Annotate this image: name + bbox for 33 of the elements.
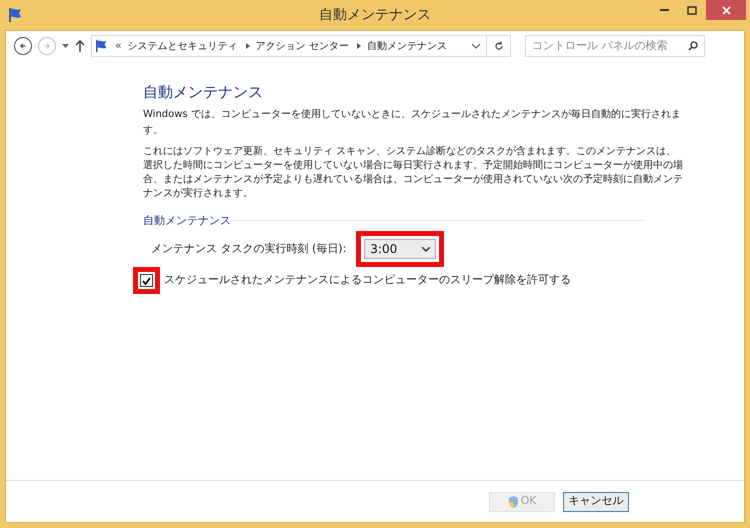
section-title: 自動メンテナンス <box>143 212 231 228</box>
checkmark-icon <box>142 276 151 284</box>
back-button[interactable] <box>14 37 32 55</box>
description-text: これにはソフトウェア更新、セキュリティ スキャン、システム診断などのタスクが含まれます。このメンテナンスは、選択した時間にコンピューターを使用していない場合に毎日実行されます。予定開始時間にコンピューターが使用中の場合、またはメンテナンスが予定よりも遅れている場合は、コンピューターが使用されていない次の予定時刻に自動メンテナンスが実行されます。 <box>143 144 684 200</box>
checkbox[interactable] <box>140 274 153 287</box>
cancel-button[interactable]: キャンセル <box>563 492 629 512</box>
search-field[interactable]: コントロール パネルの検索 <box>525 35 705 57</box>
time-label: メンテナンス タスクの実行時刻 (毎日): <box>151 240 346 257</box>
chevron-right-icon[interactable] <box>246 43 250 49</box>
search-input[interactable]: コントロール パネルの検索 <box>532 38 688 54</box>
breadcrumb[interactable]: アクション センター <box>256 38 349 54</box>
close-button[interactable] <box>706 0 746 20</box>
minimize-icon <box>660 9 668 11</box>
window-title: 自動メンテナンス <box>319 6 431 24</box>
dropdown-arrow-icon[interactable] <box>62 44 69 48</box>
page-heading: 自動メンテナンス <box>143 82 264 103</box>
chevron-down-icon[interactable] <box>472 44 480 48</box>
time-dropdown[interactable]: 3:00 <box>364 239 436 259</box>
flag-icon <box>95 39 109 53</box>
breadcrumb[interactable]: 自動メンテナンス <box>366 38 447 54</box>
up-arrow-icon[interactable] <box>75 40 85 52</box>
chevron-down-icon <box>422 246 430 252</box>
chevron-right-icon[interactable] <box>356 43 361 49</box>
refresh-icon <box>494 41 504 51</box>
search-icon <box>688 41 698 51</box>
flag-icon <box>8 7 24 23</box>
checkbox-label[interactable]: スケジュールされたメンテナンスによるコンピューターのスリープ解除を許可する <box>164 272 571 289</box>
address-bar[interactable]: « システムとセキュリティ アクション センター 自動メンテナンス <box>91 35 511 57</box>
breadcrumb[interactable]: システムとセキュリティ <box>128 38 238 54</box>
intro-text: Windows では、コンピューターを使用していないときに、スケジュールされたメンテナンスが毎日自動的に実行されます。 <box>143 108 682 138</box>
overflow-chevron[interactable]: « <box>115 38 122 54</box>
maximize-icon <box>687 6 697 14</box>
close-icon <box>722 6 730 14</box>
